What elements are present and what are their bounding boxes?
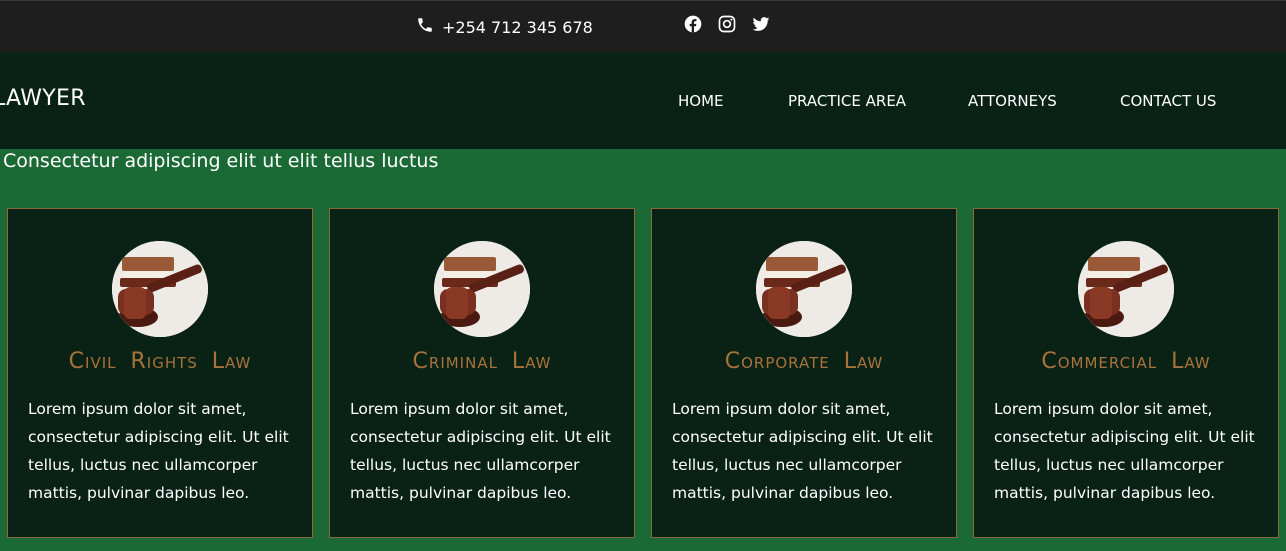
practice-title: Criminal Law: [412, 349, 552, 374]
practice-title: Civil Rights Law: [68, 349, 252, 374]
practice-card-criminal[interactable]: Criminal Law Lorem ipsum dolor sit amet,…: [329, 208, 635, 538]
phone-icon: [416, 16, 434, 38]
practice-description: Lorem ipsum dolor sit amet, consectetur …: [672, 400, 933, 502]
practice-description: Lorem ipsum dolor sit amet, consectetur …: [350, 400, 611, 502]
social-links: [683, 14, 771, 34]
gavel-books-image: [756, 241, 852, 337]
phone-number: +254 712 345 678: [442, 17, 593, 37]
nav-practice-area[interactable]: PRACTICE AREA: [788, 92, 906, 110]
nav-attorneys[interactable]: ATTORNEYS: [968, 92, 1057, 110]
nav-contact-us[interactable]: CONTACT US: [1120, 92, 1216, 110]
practice-title: Commercial Law: [1041, 349, 1211, 374]
nav-home[interactable]: HOME: [678, 92, 724, 110]
phone-contact[interactable]: +254 712 345 678: [416, 16, 593, 38]
practice-card-commercial[interactable]: Commercial Law Lorem ipsum dolor sit ame…: [973, 208, 1279, 538]
facebook-icon[interactable]: [683, 14, 703, 34]
practice-description: Lorem ipsum dolor sit amet, consectetur …: [994, 400, 1255, 502]
practice-card-civil-rights[interactable]: Civil Rights Law Lorem ipsum dolor sit a…: [7, 208, 313, 538]
practice-card-corporate[interactable]: Corporate Law Lorem ipsum dolor sit amet…: [651, 208, 957, 538]
section-tagline: Consectetur adipiscing elit ut elit tell…: [3, 150, 439, 172]
gavel-books-image: [434, 241, 530, 337]
gavel-books-image: [1078, 241, 1174, 337]
main-navbar: LAWYER HOME PRACTICE AREA ATTORNEYS CONT…: [0, 52, 1286, 149]
top-bar: +254 712 345 678: [0, 0, 1286, 52]
instagram-icon[interactable]: [717, 14, 737, 34]
practice-description: Lorem ipsum dolor sit amet, consectetur …: [28, 400, 289, 502]
gavel-books-image: [112, 241, 208, 337]
practice-title: Corporate Law: [724, 349, 884, 374]
site-logo[interactable]: LAWYER: [0, 86, 86, 111]
twitter-icon[interactable]: [751, 14, 771, 34]
